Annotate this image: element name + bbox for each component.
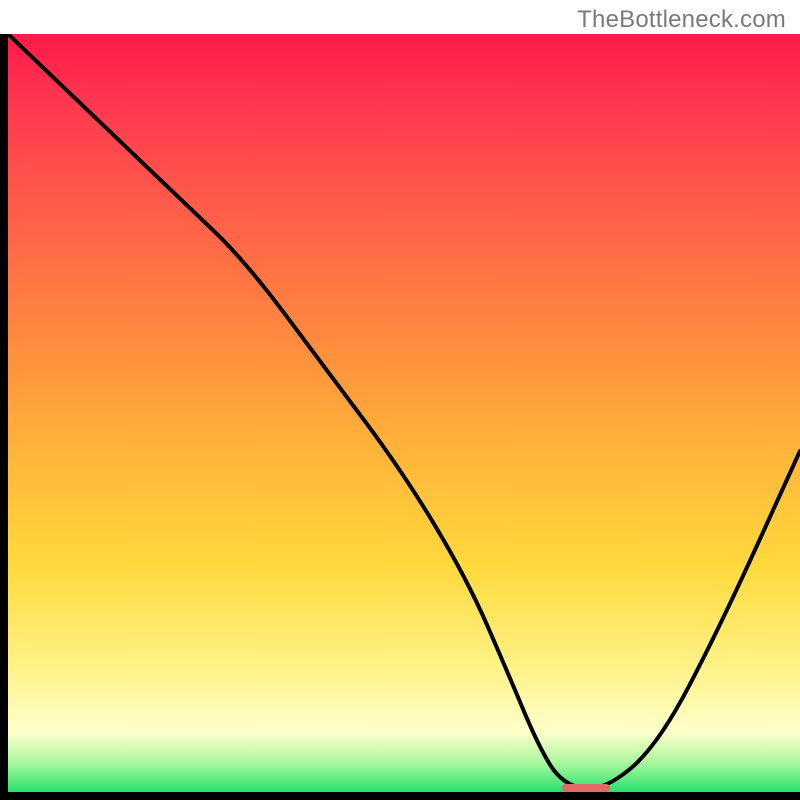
watermark-text: TheBottleneck.com [577,6,786,34]
optimum-marker [562,784,610,792]
plot-area [0,34,800,800]
bottleneck-curve [8,34,800,792]
chart-frame: TheBottleneck.com [0,0,800,800]
